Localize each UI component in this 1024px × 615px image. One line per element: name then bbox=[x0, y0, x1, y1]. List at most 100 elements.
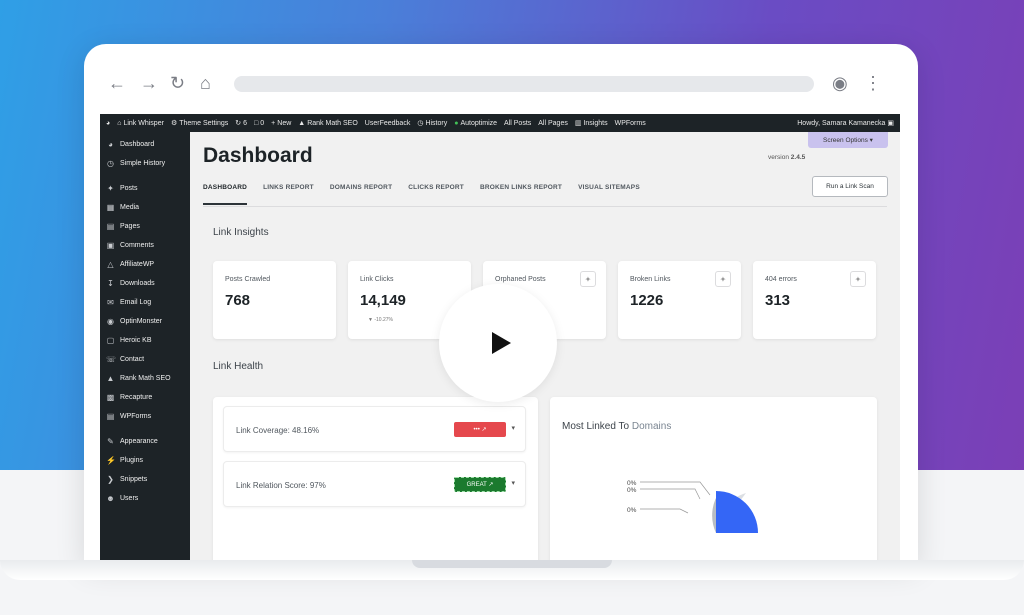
topbar-item-comments[interactable]: □ 0 bbox=[254, 120, 264, 127]
chevron-down-icon[interactable]: ▾ bbox=[511, 424, 515, 432]
sidebar-item-recapture[interactable]: ▩ Recapture bbox=[106, 393, 153, 402]
comment-icon: ▣ bbox=[106, 241, 115, 250]
tab-broken-links-report[interactable]: BROKEN LINKS REPORT bbox=[480, 184, 562, 205]
pie-leader-line bbox=[640, 508, 689, 514]
sidebar-item-affiliatewp[interactable]: △ AffiliateWP bbox=[106, 260, 154, 269]
brush-icon: ✎ bbox=[107, 437, 114, 446]
link-health-heading: Link Health bbox=[213, 361, 264, 372]
pie-leader-line bbox=[640, 488, 701, 500]
sidebar-item-heroic-kb[interactable]: ▢ Heroic KB bbox=[106, 336, 152, 345]
tab-visual-sitemaps[interactable]: VISUAL SITEMAPS bbox=[578, 184, 640, 205]
admin-top-bar: ◕ ⌂ Link Whisper ⚙ Theme Settings ↻ 6 □ 0 + N… bbox=[100, 114, 900, 132]
pie-label: 0% bbox=[627, 487, 637, 494]
sidebar-item-dashboard[interactable]: ◕ Dashboard bbox=[106, 140, 154, 149]
coverage-badge[interactable]: ••• ↗ bbox=[454, 422, 506, 437]
sidebar-item-pages[interactable]: ▤ Pages bbox=[106, 222, 140, 231]
topbar-item-updates[interactable]: ↻ 6 bbox=[235, 119, 247, 128]
sidebar-item-wpforms[interactable]: ▤ WPForms bbox=[106, 412, 151, 421]
kb-icon: ▢ bbox=[106, 336, 115, 345]
page-icon: ▤ bbox=[106, 222, 115, 231]
chart-icon: ▲ bbox=[106, 374, 115, 383]
recapture-icon: ▩ bbox=[106, 393, 115, 402]
screen-options-button[interactable]: Screen Options ▾ bbox=[808, 132, 888, 148]
topbar-item-autoptimize[interactable]: ● Autoptimize bbox=[454, 120, 497, 127]
sidebar-item-simple-history[interactable]: ◷ Simple History bbox=[106, 159, 165, 168]
browser-toolbar: ← → ↻ ⌂ ◉ ⋮ bbox=[84, 44, 918, 114]
topbar-item-theme-settings[interactable]: ⚙ Theme Settings bbox=[171, 119, 228, 128]
kebab-menu-icon[interactable]: ⋮ bbox=[864, 74, 882, 92]
download-icon: ↧ bbox=[107, 279, 114, 288]
sidebar-item-appearance[interactable]: ✎ Appearance bbox=[106, 437, 158, 446]
reload-icon[interactable]: ↻ bbox=[170, 74, 185, 92]
video-play-button[interactable] bbox=[439, 284, 557, 402]
pie-leader-line bbox=[640, 481, 711, 496]
sidebar-item-downloads[interactable]: ↧ Downloads bbox=[106, 279, 155, 288]
topbar-howdy-user[interactable]: Howdy, Samara Kamanecka ▣ bbox=[797, 119, 894, 127]
home-icon[interactable]: ⌂ bbox=[200, 74, 211, 92]
topbar-item-all-pages[interactable]: All Pages bbox=[538, 120, 568, 127]
sidebar-item-media[interactable]: ▦ Media bbox=[106, 203, 139, 212]
link-health-panel: Link Coverage: 48.16% ••• ↗ ▾ Link Relat… bbox=[213, 397, 538, 564]
play-icon bbox=[491, 332, 511, 354]
topbar-item-all-posts[interactable]: All Posts bbox=[504, 120, 531, 127]
card-404-errors: 404 errors 313 ✦ bbox=[753, 261, 876, 339]
link-relation-row: Link Relation Score: 97% GREAT ↗ ▾ bbox=[223, 461, 526, 507]
contact-icon: ☏ bbox=[106, 355, 117, 364]
monster-icon: ◉ bbox=[107, 317, 114, 326]
relation-score-badge[interactable]: GREAT ↗ bbox=[454, 477, 506, 492]
topbar-item-history[interactable]: ◷ History bbox=[417, 119, 447, 128]
version-label: version 2.4.5 bbox=[768, 154, 806, 161]
card-broken-links: Broken Links 1226 ✦ bbox=[618, 261, 741, 339]
code-icon: ❯ bbox=[107, 475, 114, 484]
media-icon: ▦ bbox=[106, 203, 115, 212]
topbar-item-wpforms[interactable]: WPForms bbox=[615, 120, 646, 127]
laptop-notch bbox=[412, 560, 612, 568]
chevron-down-icon[interactable]: ▾ bbox=[511, 479, 515, 487]
link-coverage-row: Link Coverage: 48.16% ••• ↗ ▾ bbox=[223, 406, 526, 452]
forms-icon: ▤ bbox=[106, 412, 115, 421]
chevron-down-icon: ▾ bbox=[869, 137, 873, 144]
report-tabs: DASHBOARD LINKS REPORT DOMAINS REPORT CL… bbox=[203, 184, 656, 205]
pie-slice-blue bbox=[716, 491, 758, 533]
pin-icon[interactable]: ✦ bbox=[580, 271, 596, 287]
tab-clicks-report[interactable]: CLICKS REPORT bbox=[408, 184, 464, 205]
tab-dashboard[interactable]: DASHBOARD bbox=[203, 184, 248, 205]
back-arrow-icon[interactable]: ← bbox=[108, 74, 126, 92]
page-title: Dashboard bbox=[203, 144, 313, 167]
forward-arrow-icon[interactable]: → bbox=[140, 74, 158, 92]
admin-sidebar: ◕ Dashboard ◷ Simple History ✦ Posts ▦ Media… bbox=[100, 132, 190, 564]
topbar-item-new[interactable]: + New bbox=[271, 120, 291, 127]
tab-links-report[interactable]: LINKS REPORT bbox=[263, 184, 314, 205]
topbar-item-userfeedback[interactable]: UserFeedback bbox=[365, 120, 411, 127]
most-linked-domains-panel: Most Linked To Domains 0% 0% 0% bbox=[550, 397, 877, 564]
gauge-icon: ◕ bbox=[108, 140, 113, 149]
pin-icon[interactable]: ✦ bbox=[715, 271, 731, 287]
wp-logo-icon[interactable]: ◕ bbox=[106, 120, 110, 127]
card-posts-crawled: Posts Crawled 768 bbox=[213, 261, 336, 339]
extension-icon[interactable]: ◉ bbox=[832, 74, 848, 92]
sidebar-item-posts[interactable]: ✦ Posts bbox=[106, 184, 137, 193]
topbar-item-rank-math[interactable]: ▲ Rank Math SEO bbox=[298, 120, 358, 127]
tab-domains-report[interactable]: DOMAINS REPORT bbox=[330, 184, 392, 205]
pin-icon[interactable]: ✦ bbox=[850, 271, 866, 287]
affiliate-icon: △ bbox=[107, 260, 114, 269]
pin-icon: ✦ bbox=[107, 184, 114, 193]
address-bar[interactable] bbox=[234, 76, 814, 92]
tabs-divider bbox=[203, 206, 887, 207]
sidebar-item-snippets[interactable]: ❯ Snippets bbox=[106, 475, 147, 484]
sidebar-item-contact[interactable]: ☏ Contact bbox=[106, 355, 144, 364]
sidebar-item-email-log[interactable]: ✉ Email Log bbox=[106, 298, 151, 307]
pie-label: 0% bbox=[627, 480, 637, 487]
sidebar-item-comments[interactable]: ▣ Comments bbox=[106, 241, 154, 250]
pie-label: 0% bbox=[627, 507, 637, 514]
topbar-item-insights[interactable]: ▥ Insights bbox=[575, 119, 608, 128]
link-insights-heading: Link Insights bbox=[213, 227, 269, 238]
sidebar-item-rank-math-seo[interactable]: ▲ Rank Math SEO bbox=[106, 374, 171, 383]
sidebar-item-optinmonster[interactable]: ◉ OptinMonster bbox=[106, 317, 162, 326]
sidebar-item-plugins[interactable]: ⚡ Plugins bbox=[106, 456, 143, 465]
email-icon: ✉ bbox=[107, 298, 114, 307]
user-icon: ☻ bbox=[106, 494, 115, 503]
sidebar-item-users[interactable]: ☻ Users bbox=[106, 494, 138, 503]
topbar-item-link-whisper[interactable]: ⌂ Link Whisper bbox=[117, 120, 164, 127]
run-link-scan-button[interactable]: Run a Link Scan bbox=[812, 176, 888, 197]
